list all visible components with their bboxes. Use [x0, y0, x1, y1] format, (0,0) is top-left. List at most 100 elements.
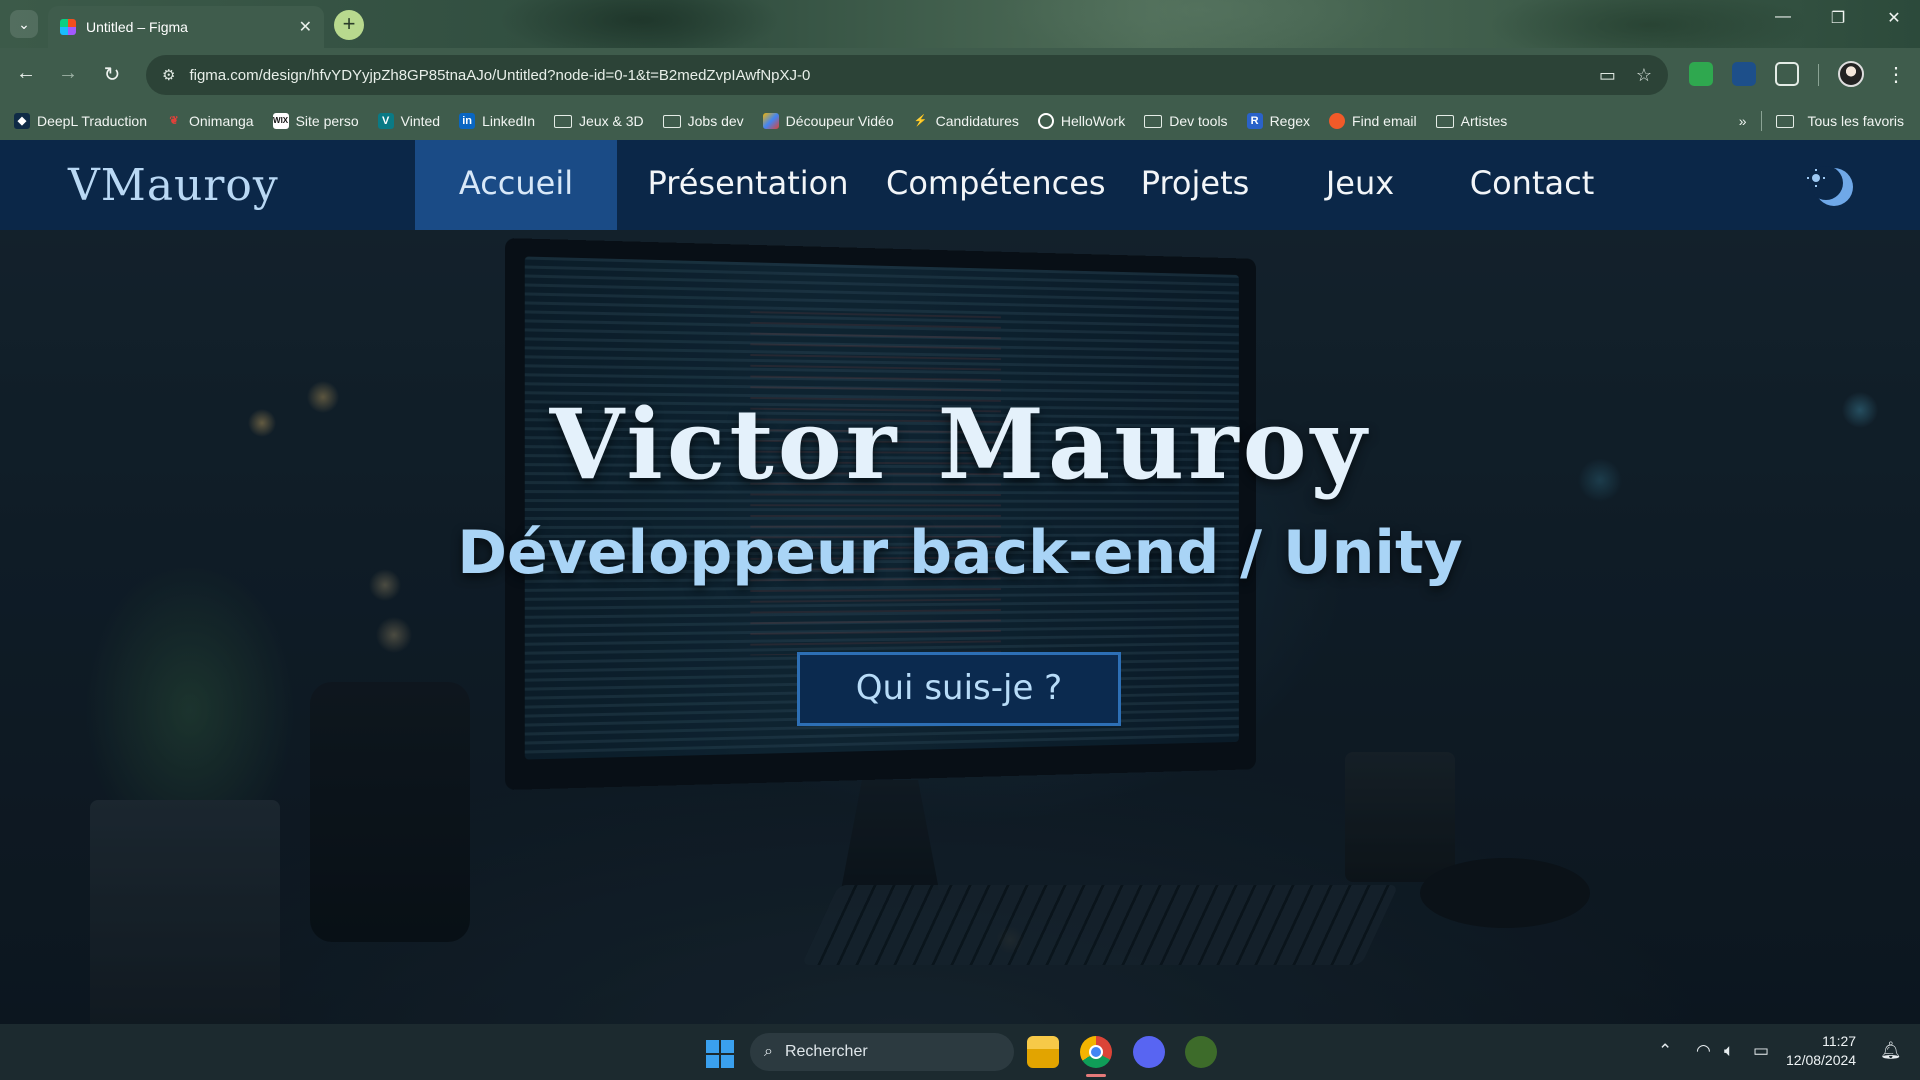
- folder-icon: [1144, 114, 1163, 128]
- bookmark-label: Find email: [1352, 113, 1417, 129]
- deepl-icon: ◆: [14, 113, 30, 129]
- hero-name: Victor Mauroy: [549, 388, 1371, 501]
- bookmark-label: Site perso: [295, 113, 359, 129]
- qui-suis-je-button[interactable]: Qui suis-je ?: [797, 652, 1121, 726]
- folder-icon: [1775, 114, 1794, 128]
- windows-taskbar: ⌕ Rechercher ⌃ ◠ 🔈︎ ▭ 11:27 12/08/2024 🔔…: [0, 1024, 1920, 1080]
- bookmarks-divider: [1760, 111, 1762, 131]
- restore-button[interactable]: ❐: [1823, 8, 1853, 28]
- folder-icon: [662, 114, 681, 128]
- candidatures-icon: ⚡: [913, 115, 928, 127]
- profile-avatar[interactable]: [1838, 61, 1864, 87]
- back-button[interactable]: ←: [12, 62, 40, 85]
- bookmark-label: LinkedIn: [482, 113, 536, 129]
- address-bar[interactable]: ⚙ figma.com/design/hfvYDYyjpZh8GP85tnaAJ…: [146, 55, 1668, 95]
- bookmark-label: DeepL Traduction: [37, 113, 147, 129]
- bookmark-vinted[interactable]: V Vinted: [377, 113, 441, 129]
- bookmark-deepl[interactable]: ◆ DeepL Traduction: [14, 113, 147, 129]
- bookmark-label: Dev tools: [1169, 113, 1228, 129]
- portfolio-page: VMauroy Accueil Présentation Compétences…: [0, 140, 1920, 1024]
- bookmark-label: Artistes: [1460, 113, 1508, 129]
- bookmark-folder-jeux-3d[interactable]: Jeux & 3D: [554, 113, 644, 129]
- reload-button[interactable]: ↻: [98, 62, 126, 87]
- windows-start-icon[interactable]: [706, 1040, 734, 1068]
- close-window-button[interactable]: ✕: [1879, 8, 1909, 28]
- new-tab-button[interactable]: +: [334, 10, 364, 40]
- bookmark-site-perso[interactable]: WIX Site perso: [272, 113, 359, 129]
- bookmark-label: Jobs dev: [687, 113, 744, 129]
- nav-projets[interactable]: Projets: [1130, 140, 1260, 230]
- volume-icon[interactable]: 🔈︎: [1724, 1041, 1734, 1061]
- discord-icon[interactable]: [1133, 1036, 1165, 1068]
- taskbar-clock[interactable]: 11:27 12/08/2024: [1786, 1032, 1856, 1070]
- vinted-icon: V: [377, 113, 394, 129]
- bookmark-decoupeur-video[interactable]: Découpeur Vidéo: [762, 113, 894, 129]
- wifi-icon[interactable]: ◠: [1696, 1041, 1711, 1061]
- wix-icon: WIX: [272, 113, 289, 129]
- nav-presentation[interactable]: Présentation: [641, 140, 855, 230]
- bookmark-folder-jobs-dev[interactable]: Jobs dev: [662, 113, 744, 129]
- extension-react-icon[interactable]: [1732, 62, 1756, 86]
- chrome-icon[interactable]: [1080, 1036, 1112, 1068]
- browser-tab-active[interactable]: Untitled – Figma ✕: [48, 6, 324, 48]
- battery-icon[interactable]: ▭: [1753, 1041, 1769, 1061]
- clock-time: 11:27: [1822, 1033, 1857, 1049]
- nav-jeux[interactable]: Jeux: [1300, 140, 1420, 230]
- extensions-puzzle-icon[interactable]: [1775, 62, 1799, 86]
- file-explorer-icon[interactable]: [1027, 1036, 1059, 1068]
- bookmark-label: HelloWork: [1060, 113, 1126, 129]
- extension-green-icon[interactable]: [1689, 62, 1713, 86]
- hero-subtitle: Développeur back-end / Unity: [457, 518, 1463, 588]
- clipboard-icon[interactable]: ▭: [1599, 65, 1616, 86]
- bookmark-linkedin[interactable]: in LinkedIn: [459, 113, 535, 129]
- bookmark-label: Jeux & 3D: [579, 113, 644, 129]
- theme-toggle-moon-icon[interactable]: [1806, 164, 1858, 210]
- nav-contact[interactable]: Contact: [1460, 140, 1604, 230]
- linkedin-icon: in: [459, 113, 476, 129]
- forward-button[interactable]: →: [54, 62, 82, 85]
- site-navbar: VMauroy Accueil Présentation Compétences…: [0, 140, 1920, 230]
- url-text[interactable]: figma.com/design/hfvYDYyjpZh8GP85tnaAJo/…: [189, 67, 1578, 84]
- search-icon: ⌕: [764, 1043, 773, 1060]
- nav-accueil[interactable]: Accueil: [415, 140, 617, 230]
- video-cutter-icon: [762, 113, 779, 129]
- bookmark-label: Vinted: [400, 113, 441, 129]
- bookmark-folder-artistes[interactable]: Artistes: [1435, 113, 1508, 129]
- bookmarks-bar: ◆ DeepL Traduction ❦ Onimanga WIX Site pers…: [0, 102, 1920, 140]
- tab-title: Untitled – Figma: [86, 19, 188, 35]
- bookmark-label: Candidatures: [935, 113, 1019, 129]
- bookmark-star-icon[interactable]: ☆: [1636, 65, 1652, 86]
- bookmark-folder-dev-tools[interactable]: Dev tools: [1144, 113, 1228, 129]
- bookmark-candidatures[interactable]: ⚡ Candidatures: [913, 113, 1019, 129]
- bookmark-label: Regex: [1269, 113, 1311, 129]
- taskbar-search[interactable]: ⌕ Rechercher: [750, 1033, 1014, 1071]
- nav-competences[interactable]: Compétences: [886, 140, 1106, 230]
- minimize-button[interactable]: —: [1768, 8, 1798, 26]
- browser-tab-strip: ⌄ Untitled – Figma ✕ + — ❐ ✕: [0, 0, 1920, 48]
- folder-icon: [1435, 114, 1454, 128]
- onimanga-icon: ❦: [169, 115, 179, 127]
- notifications-bell-icon[interactable]: 🔔︎: [1880, 1041, 1902, 1061]
- more-bookmarks-chevron-icon[interactable]: »: [1739, 113, 1747, 129]
- bookmark-onimanga[interactable]: ❦ Onimanga: [166, 113, 254, 129]
- browser-toolbar: ← → ↻ ⚙ figma.com/design/hfvYDYyjpZh8GP8…: [0, 48, 1920, 102]
- tab-search-button[interactable]: ⌄: [10, 10, 38, 38]
- show-hidden-icons-chevron[interactable]: ⌃: [1658, 1041, 1672, 1061]
- app-avocado-icon[interactable]: [1185, 1036, 1217, 1068]
- site-info-icon[interactable]: ⚙: [162, 66, 175, 84]
- regex-icon: R: [1246, 113, 1263, 129]
- hellowork-icon: [1037, 113, 1054, 129]
- clock-date: 12/08/2024: [1786, 1052, 1857, 1068]
- bookmark-regex[interactable]: R Regex: [1246, 113, 1311, 129]
- bookmark-label: Onimanga: [189, 113, 254, 129]
- browser-menu-icon[interactable]: ⋮: [1882, 62, 1910, 87]
- bookmark-label: Découpeur Vidéo: [785, 113, 894, 129]
- chrome-active-indicator: [1086, 1074, 1106, 1077]
- bookmark-hellowork[interactable]: HelloWork: [1037, 113, 1126, 129]
- site-logo[interactable]: VMauroy: [68, 160, 279, 211]
- bookmark-find-email[interactable]: Find email: [1329, 113, 1417, 129]
- close-tab-icon[interactable]: ✕: [299, 17, 312, 37]
- figma-favicon-icon: [60, 19, 76, 35]
- folder-icon: [554, 114, 573, 128]
- all-bookmarks-link[interactable]: Tous les favoris: [1808, 113, 1904, 129]
